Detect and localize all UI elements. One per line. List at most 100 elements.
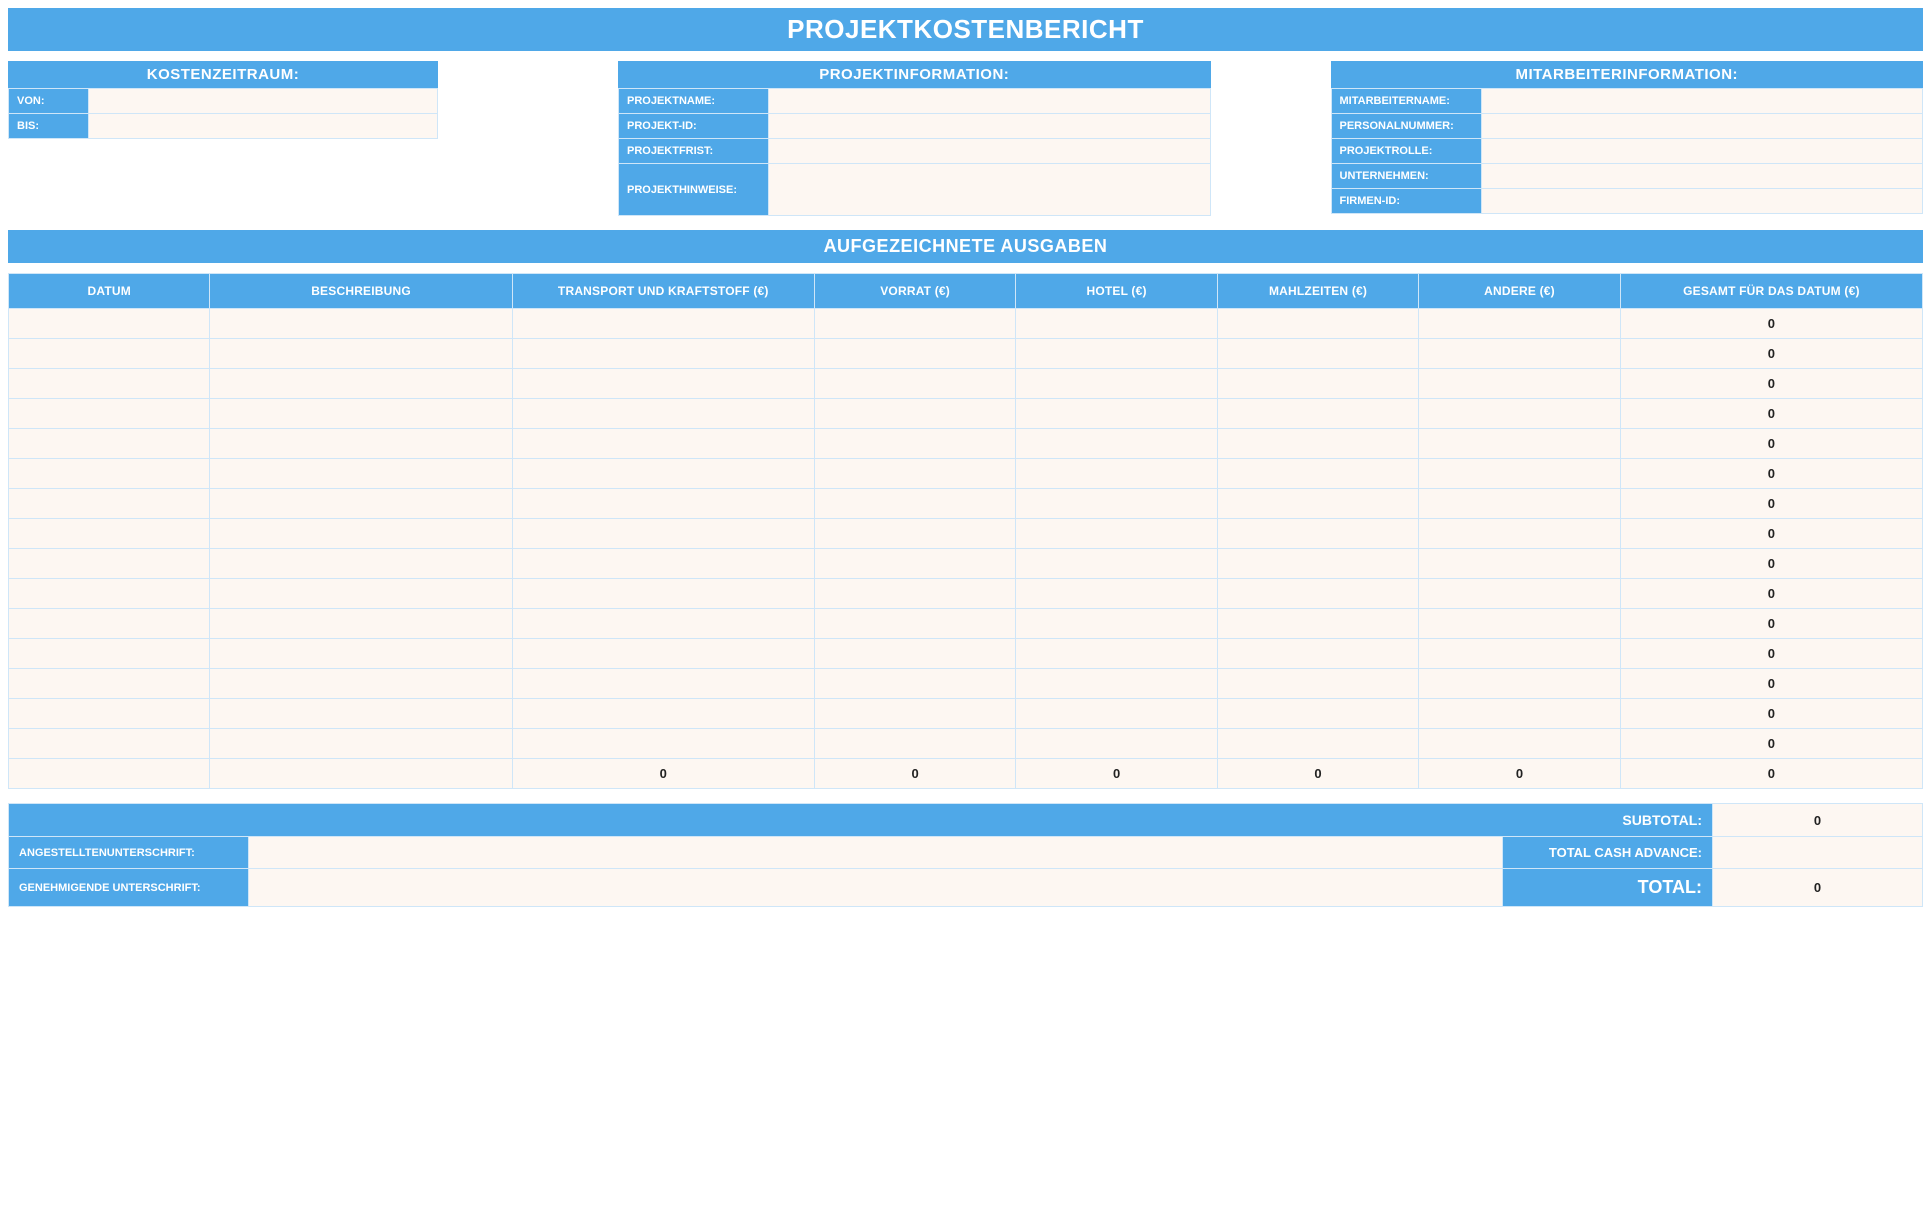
- expense-cell[interactable]: [814, 429, 1015, 459]
- expense-cell[interactable]: [1217, 399, 1418, 429]
- expense-cell[interactable]: [9, 579, 210, 609]
- expense-cell[interactable]: [210, 669, 512, 699]
- expense-cell[interactable]: [9, 729, 210, 759]
- expense-cell[interactable]: [1016, 699, 1217, 729]
- expense-cell[interactable]: [9, 369, 210, 399]
- expense-cell[interactable]: [1217, 519, 1418, 549]
- expense-cell[interactable]: [1419, 519, 1620, 549]
- expense-cell[interactable]: [210, 309, 512, 339]
- expense-cell[interactable]: [9, 609, 210, 639]
- expense-cell[interactable]: [210, 369, 512, 399]
- expense-cell[interactable]: [210, 399, 512, 429]
- expense-cell[interactable]: [1217, 339, 1418, 369]
- expense-cell[interactable]: [1419, 549, 1620, 579]
- company-input[interactable]: [1481, 164, 1923, 189]
- expense-cell[interactable]: [1217, 459, 1418, 489]
- project-notes-input[interactable]: [769, 164, 1211, 216]
- expense-cell[interactable]: [1016, 729, 1217, 759]
- expense-cell[interactable]: [512, 729, 814, 759]
- expense-cell[interactable]: [814, 609, 1015, 639]
- expense-cell[interactable]: [210, 459, 512, 489]
- expense-cell[interactable]: [1217, 729, 1418, 759]
- personnel-number-input[interactable]: [1481, 114, 1923, 139]
- expense-cell[interactable]: [210, 699, 512, 729]
- expense-cell[interactable]: [9, 399, 210, 429]
- expense-cell[interactable]: [1419, 669, 1620, 699]
- expense-cell[interactable]: [1217, 699, 1418, 729]
- expense-cell[interactable]: [814, 339, 1015, 369]
- expense-cell[interactable]: [512, 399, 814, 429]
- expense-cell[interactable]: [1419, 639, 1620, 669]
- expense-cell[interactable]: [512, 339, 814, 369]
- expense-cell[interactable]: [1016, 609, 1217, 639]
- expense-cell[interactable]: [512, 549, 814, 579]
- expense-cell[interactable]: [814, 699, 1015, 729]
- expense-cell[interactable]: [1016, 519, 1217, 549]
- expense-cell[interactable]: [1217, 669, 1418, 699]
- expense-cell[interactable]: [9, 489, 210, 519]
- expense-cell[interactable]: [1419, 429, 1620, 459]
- expense-cell[interactable]: [1016, 429, 1217, 459]
- expense-cell[interactable]: [512, 429, 814, 459]
- expense-cell[interactable]: [1419, 309, 1620, 339]
- employee-name-input[interactable]: [1481, 89, 1923, 114]
- expense-cell[interactable]: [210, 519, 512, 549]
- expense-cell[interactable]: [1016, 579, 1217, 609]
- expense-cell[interactable]: [1016, 459, 1217, 489]
- expense-cell[interactable]: [1419, 369, 1620, 399]
- expense-cell[interactable]: [814, 669, 1015, 699]
- expense-cell[interactable]: [1016, 339, 1217, 369]
- expense-cell[interactable]: [1217, 489, 1418, 519]
- expense-cell[interactable]: [512, 609, 814, 639]
- expense-cell[interactable]: [814, 639, 1015, 669]
- expense-cell[interactable]: [814, 459, 1015, 489]
- expense-cell[interactable]: [1016, 639, 1217, 669]
- expense-cell[interactable]: [814, 399, 1015, 429]
- expense-cell[interactable]: [512, 669, 814, 699]
- expense-cell[interactable]: [9, 339, 210, 369]
- expense-cell[interactable]: [1217, 369, 1418, 399]
- expense-cell[interactable]: [1217, 579, 1418, 609]
- expense-cell[interactable]: [9, 699, 210, 729]
- expense-cell[interactable]: [1419, 609, 1620, 639]
- expense-cell[interactable]: [1419, 699, 1620, 729]
- expense-cell[interactable]: [814, 579, 1015, 609]
- expense-cell[interactable]: [1016, 549, 1217, 579]
- approver-signature-input[interactable]: [249, 869, 1503, 907]
- project-role-input[interactable]: [1481, 139, 1923, 164]
- expense-cell[interactable]: [814, 309, 1015, 339]
- project-deadline-input[interactable]: [769, 139, 1211, 164]
- expense-cell[interactable]: [512, 459, 814, 489]
- expense-cell[interactable]: [1419, 579, 1620, 609]
- expense-cell[interactable]: [1016, 489, 1217, 519]
- expense-cell[interactable]: [814, 519, 1015, 549]
- expense-cell[interactable]: [814, 729, 1015, 759]
- expense-cell[interactable]: [9, 309, 210, 339]
- expense-cell[interactable]: [1419, 729, 1620, 759]
- expense-cell[interactable]: [814, 549, 1015, 579]
- expense-cell[interactable]: [512, 489, 814, 519]
- expense-cell[interactable]: [1016, 309, 1217, 339]
- expense-cell[interactable]: [1217, 549, 1418, 579]
- expense-cell[interactable]: [9, 549, 210, 579]
- to-input[interactable]: [89, 114, 438, 139]
- expense-cell[interactable]: [210, 489, 512, 519]
- expense-cell[interactable]: [512, 579, 814, 609]
- expense-cell[interactable]: [1016, 669, 1217, 699]
- expense-cell[interactable]: [1016, 399, 1217, 429]
- expense-cell[interactable]: [210, 429, 512, 459]
- expense-cell[interactable]: [210, 729, 512, 759]
- expense-cell[interactable]: [814, 489, 1015, 519]
- expense-cell[interactable]: [210, 639, 512, 669]
- expense-cell[interactable]: [1217, 429, 1418, 459]
- expense-cell[interactable]: [9, 639, 210, 669]
- from-input[interactable]: [89, 89, 438, 114]
- expense-cell[interactable]: [512, 519, 814, 549]
- expense-cell[interactable]: [512, 369, 814, 399]
- project-name-input[interactable]: [769, 89, 1211, 114]
- expense-cell[interactable]: [1217, 609, 1418, 639]
- expense-cell[interactable]: [210, 579, 512, 609]
- expense-cell[interactable]: [512, 639, 814, 669]
- company-id-input[interactable]: [1481, 189, 1923, 214]
- expense-cell[interactable]: [814, 369, 1015, 399]
